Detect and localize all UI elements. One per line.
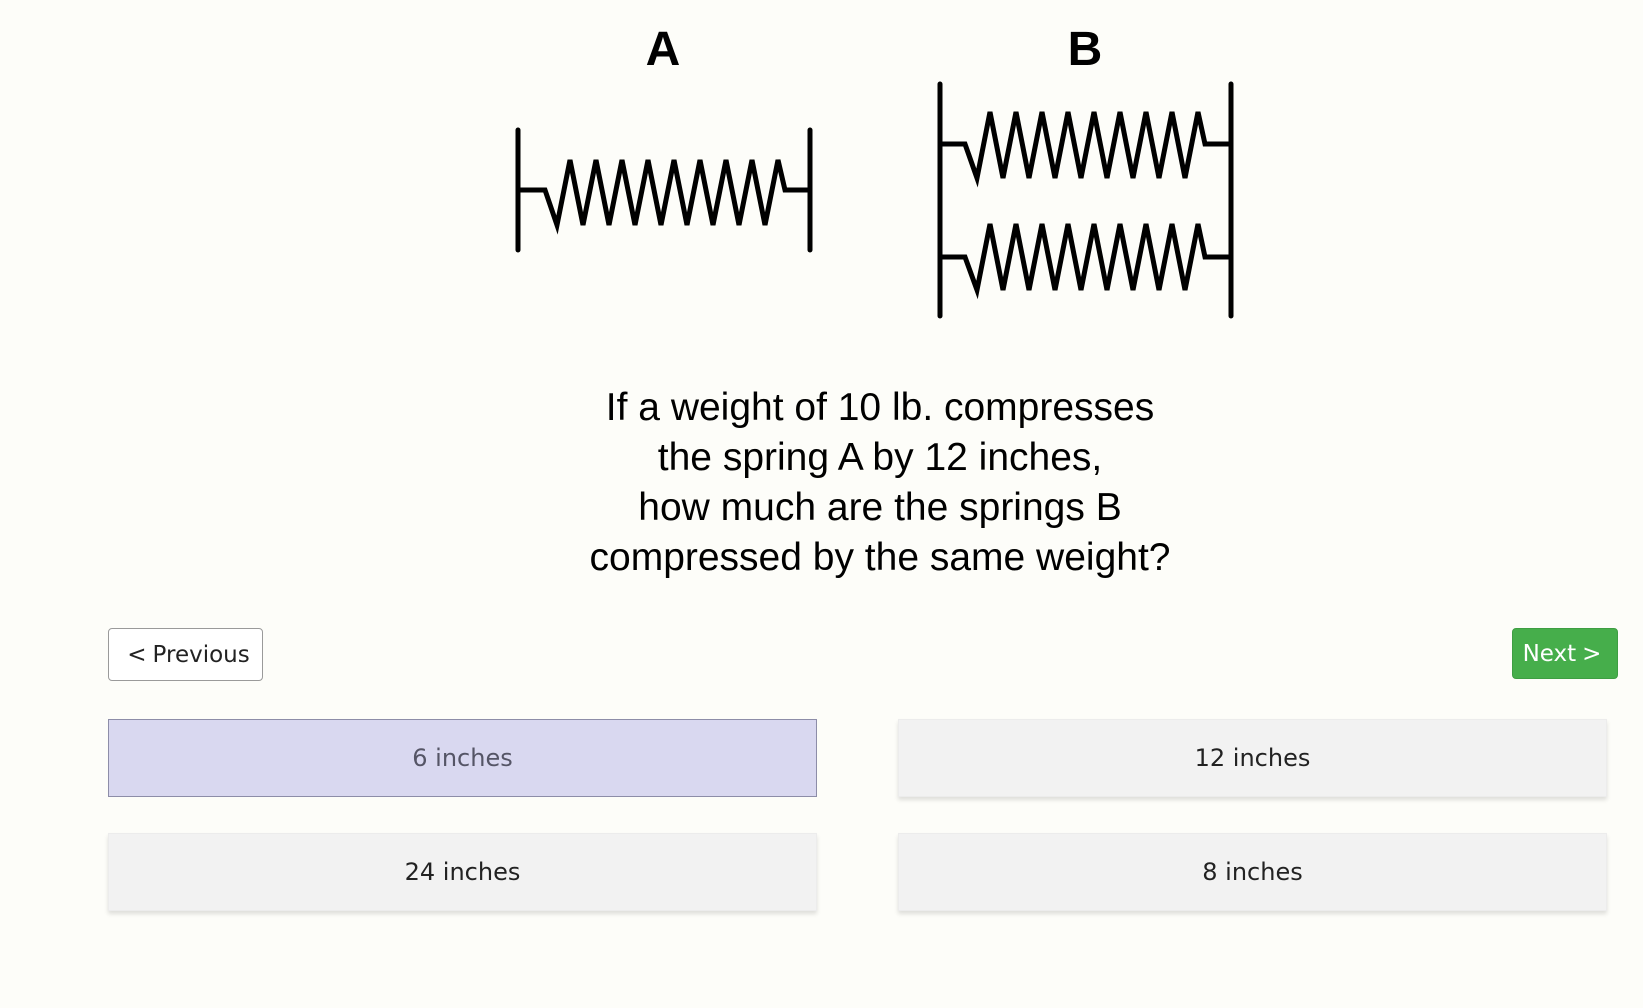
- previous-button[interactable]: < Previous: [108, 628, 263, 681]
- spring-a: [515, 127, 813, 253]
- answer-option-label: 6 inches: [412, 744, 513, 772]
- answer-option-6-inches[interactable]: 6 inches: [108, 719, 817, 797]
- spring-b-label: B: [1067, 23, 1103, 76]
- quiz-page: A B If a weight of 10 lb. compresses the…: [0, 0, 1643, 1008]
- question-line: If a weight of 10 lb. compresses: [605, 386, 1155, 429]
- question-figure: A B If a weight of 10 lb. compresses the…: [0, 0, 1643, 600]
- spring-b: [937, 81, 1234, 319]
- answer-option-24-inches[interactable]: 24 inches: [108, 833, 817, 911]
- question-line: how much are the springs B: [638, 486, 1122, 529]
- question-text: If a weight of 10 lb. compresses the spr…: [470, 383, 1290, 583]
- next-button-label: Next: [1522, 640, 1577, 667]
- chevron-right-icon: >: [1582, 640, 1602, 667]
- answer-option-8-inches[interactable]: 8 inches: [898, 833, 1607, 911]
- answer-option-label: 24 inches: [404, 858, 521, 886]
- spring-a-label: A: [645, 23, 681, 76]
- chevron-left-icon: <: [127, 641, 147, 668]
- question-line: compressed by the same weight?: [589, 536, 1171, 579]
- answer-option-label: 8 inches: [1202, 858, 1303, 886]
- next-button[interactable]: Next >: [1512, 628, 1618, 679]
- previous-button-label: Previous: [152, 641, 250, 668]
- question-line: the spring A by 12 inches,: [657, 436, 1103, 479]
- answer-option-label: 12 inches: [1194, 744, 1311, 772]
- answer-option-12-inches[interactable]: 12 inches: [898, 719, 1607, 797]
